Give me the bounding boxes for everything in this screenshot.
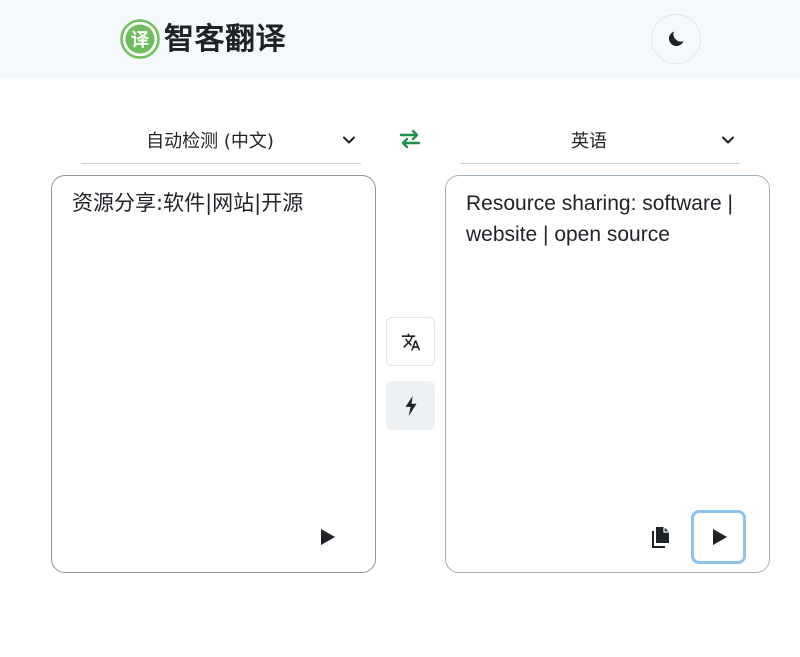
theme-toggle-button[interactable] xyxy=(651,14,701,64)
translate-button[interactable] xyxy=(386,317,435,366)
translated-text: Resource sharing: software | website | o… xyxy=(466,192,733,246)
app-logo: 译 xyxy=(120,19,160,59)
source-language-label: 自动检测 (中文) xyxy=(146,130,274,152)
source-text-panel: 资源分享:软件|网站|开源 xyxy=(51,175,376,573)
target-language-label: 英语 xyxy=(571,130,607,152)
quick-translate-button[interactable] xyxy=(386,381,435,430)
translate-icon xyxy=(401,333,420,350)
lightning-icon xyxy=(405,395,416,416)
swap-arrows-icon xyxy=(399,129,421,149)
app-header: 译 智客翻译 xyxy=(0,0,800,78)
moon-icon xyxy=(668,31,684,47)
chevron-down-icon xyxy=(339,130,359,150)
play-icon xyxy=(712,529,727,545)
copy-icon xyxy=(652,527,669,548)
play-source-audio-button[interactable] xyxy=(310,520,344,554)
target-text-panel: Resource sharing: software | website | o… xyxy=(445,175,770,573)
target-language-select[interactable]: 英语 xyxy=(460,116,740,164)
logo-glyph: 译 xyxy=(131,30,150,51)
source-language-select[interactable]: 自动检测 (中文) xyxy=(81,116,361,164)
swap-languages-button[interactable] xyxy=(396,126,424,152)
app-title: 智客翻译 xyxy=(164,22,286,57)
play-translation-audio-button[interactable] xyxy=(691,510,746,564)
source-text-input[interactable]: 资源分享:软件|网站|开源 xyxy=(72,188,359,488)
play-icon xyxy=(321,529,335,545)
chevron-down-icon xyxy=(718,130,738,150)
copy-translation-button[interactable] xyxy=(644,520,678,554)
